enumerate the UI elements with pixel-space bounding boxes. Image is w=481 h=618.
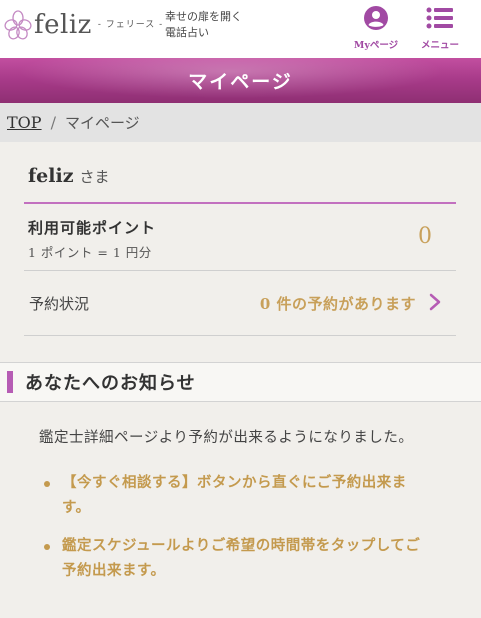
user-icon [364,6,388,30]
chevron-right-icon [429,293,441,311]
user-honorific: さま [79,167,110,186]
points-rate: 1 ポイント = 1 円分 [28,245,152,260]
notice-intro: 鑑定士詳細ページより予約が出来るようになりました。 [39,430,414,446]
notice-item: 【今すぐ相談する】ボタンから直ぐにご予約出来ま す。 [40,470,450,520]
section-accent-bar [7,371,13,393]
notice-list: 【今すぐ相談する】ボタンから直ぐにご予約出来ま す。 鑑定スケジュールよりご希望… [40,470,450,596]
breadcrumb-top-link[interactable]: TOP [7,113,42,132]
site-logo[interactable]: feliz - フェリース - [4,8,163,42]
user-greeting: feliz さま [24,150,456,204]
notice-item-line: 鑑定スケジュールよりご希望の時間帯をタップしてご [62,537,421,554]
notice-item-line: 予約出来ます。 [62,562,166,579]
tagline: 幸せの扉を開く 電話占い [165,9,242,41]
site-header: feliz - フェリース - 幸せの扉を開く 電話占い Myページ メニュー [0,0,481,58]
bullet-icon [44,544,50,550]
menu-button[interactable]: メニュー [410,6,470,51]
menu-label: メニュー [420,40,459,51]
tagline-line2: 電話占い [165,26,209,39]
points-label: 利用可能ポイント [28,219,157,237]
notice-title: あなたへのお知らせ [25,373,196,394]
points-row: 利用可能ポイント 1 ポイント = 1 円分 0 [24,204,456,271]
points-value: 0 [418,224,432,249]
breadcrumb-current: マイページ [64,114,140,132]
breadcrumb-separator: / [50,113,56,132]
notice-item-line: 【今すぐ相談する】ボタンから直ぐにご予約出来ま [62,474,407,491]
notice-section-header: あなたへのお知らせ [0,362,481,402]
list-menu-icon [426,7,453,29]
logo-subtitle: - フェリース - [97,20,164,30]
booking-label: 予約状況 [29,294,90,313]
booking-status: 0 件の予約があります [259,294,416,313]
flower-icon [4,10,32,40]
notice-item: 鑑定スケジュールよりご希望の時間帯をタップしてご 予約出来ます。 [40,533,450,583]
logo-text: feliz [34,10,92,40]
bullet-icon [44,481,50,487]
page-title: マイページ [188,71,293,93]
user-name: feliz [28,165,74,187]
tagline-line1: 幸せの扉を開く [165,10,242,23]
mypage-label: Myページ [353,40,399,51]
page-banner: マイページ [0,58,481,103]
breadcrumb: TOP / マイページ [0,103,481,142]
booking-status-row[interactable]: 予約状況 0 件の予約があります [24,271,456,336]
mypage-button[interactable]: Myページ [346,6,406,51]
notice-item-line: す。 [62,499,91,516]
